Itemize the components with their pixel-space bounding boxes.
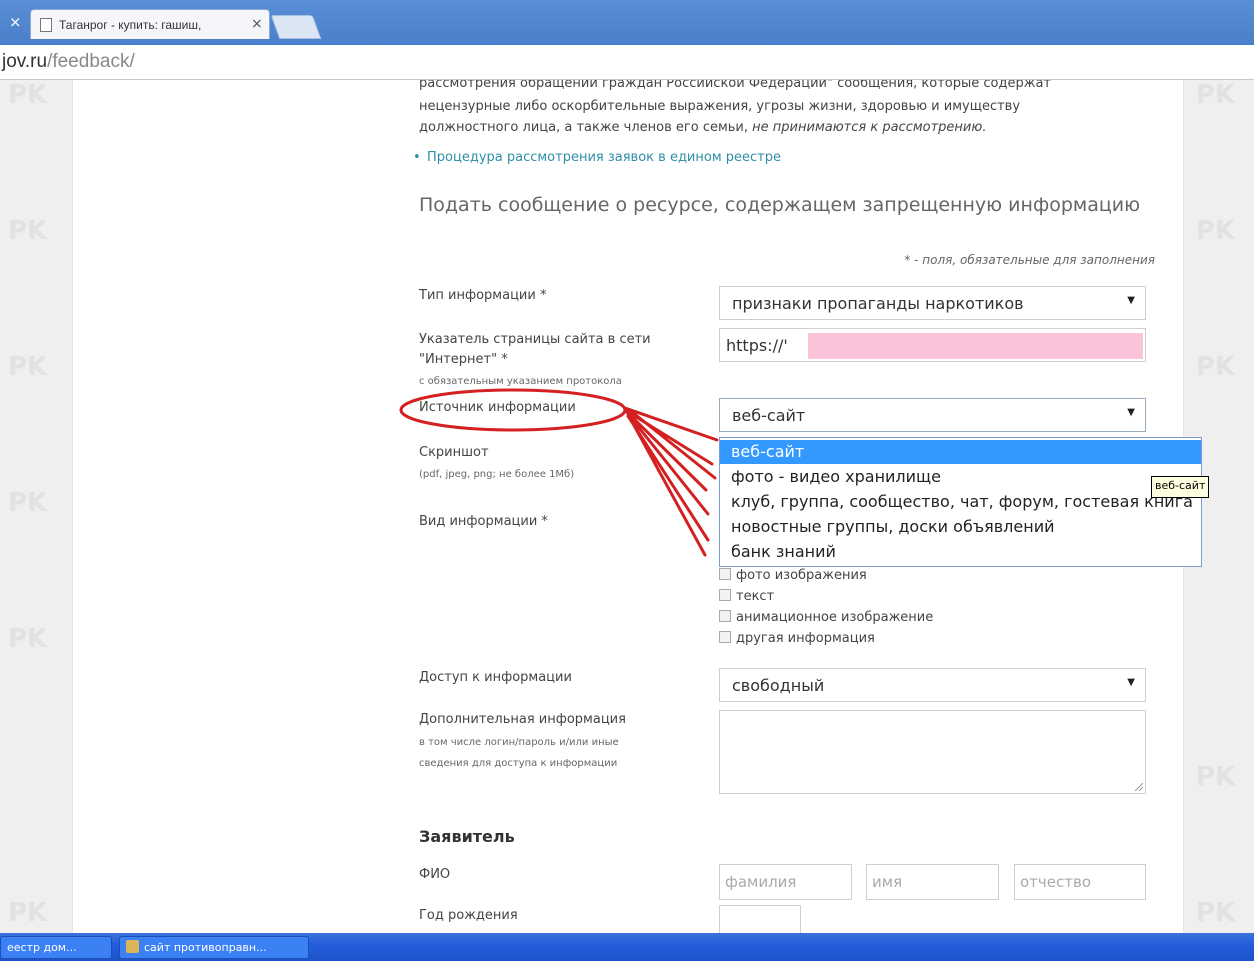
screenshot-label: Скриншот: [419, 445, 489, 460]
intro-text-line: должностного лица, а также членов его се…: [419, 120, 986, 135]
checkbox-icon[interactable]: [719, 631, 731, 643]
watermark: PK: [8, 624, 48, 654]
url-value: https://': [726, 336, 788, 355]
watermark: PK: [1196, 80, 1236, 110]
required-note: * - поля, обязательные для заполнения: [904, 253, 1155, 267]
url-path: /feedback/: [47, 51, 135, 72]
watermark: PK: [1196, 762, 1236, 792]
checkbox-icon[interactable]: [719, 610, 731, 622]
watermark: PK: [8, 352, 48, 382]
procedure-link[interactable]: Процедура рассмотрения заявок в едином р…: [413, 150, 781, 165]
surname-input[interactable]: фамилия: [719, 864, 852, 900]
screenshot-hint: (pdf, jpeg, png; не более 1Мб): [419, 469, 575, 480]
surname-placeholder: фамилия: [725, 873, 797, 891]
section-title: Подать сообщение о ресурсе, содержащем з…: [419, 194, 1141, 216]
dropdown-option[interactable]: фото - видео хранилище: [720, 465, 1201, 489]
extra-label: Дополнительная информация: [419, 712, 626, 727]
watermark: PK: [8, 898, 48, 928]
kind-option-label: фото изображения: [736, 568, 867, 583]
watermark: PK: [1196, 352, 1236, 382]
access-select[interactable]: свободный ▼: [719, 668, 1146, 702]
access-value: свободный: [732, 676, 825, 695]
watermark: PK: [8, 216, 48, 246]
browser-tab[interactable]: Таганрог - купить: гашиш, ×: [30, 9, 270, 39]
window-close-icon[interactable]: ×: [9, 13, 22, 31]
kind-label: Вид информации *: [419, 514, 548, 529]
intro-text-line: рассмотрения обращений граждан Российско…: [419, 80, 1051, 91]
resize-grip-icon[interactable]: [1135, 783, 1143, 791]
info-type-value: признаки пропаганды наркотиков: [732, 294, 1024, 313]
source-dropdown-list: веб-сайт фото - видео хранилище клуб, гр…: [719, 437, 1202, 567]
watermark: PK: [1196, 216, 1236, 246]
patronymic-placeholder: отчество: [1020, 873, 1092, 891]
page-viewport: PK PK PK PK PK PK PK PK PK PK PK рассмот…: [0, 80, 1254, 933]
kind-checkbox[interactable]: фото изображения: [719, 568, 867, 583]
tab-title: Таганрог - купить: гашиш,: [59, 18, 202, 32]
tooltip: веб-сайт: [1151, 476, 1210, 498]
redacted-block: [808, 333, 1143, 359]
kind-checkbox[interactable]: другая информация: [719, 631, 875, 646]
dropdown-option[interactable]: банк знаний: [720, 540, 1201, 564]
tab-close-icon[interactable]: ×: [251, 16, 263, 32]
browser-tab-strip: × Таганрог - купить: гашиш, ×: [0, 0, 1254, 45]
kind-option-label: анимационное изображение: [736, 610, 934, 625]
url-label: "Интернет" *: [419, 352, 508, 367]
url-label: Указатель страницы сайта в сети: [419, 332, 651, 347]
checkbox-icon[interactable]: [719, 589, 731, 601]
main-content: рассмотрения обращений граждан Российско…: [72, 80, 1202, 933]
kind-checkbox[interactable]: анимационное изображение: [719, 610, 933, 625]
address-bar[interactable]: jov.ru/feedback/: [0, 45, 1254, 80]
dropdown-option[interactable]: новостные группы, доски объявлений: [720, 515, 1201, 539]
new-tab-button[interactable]: [270, 15, 322, 39]
page-icon: [40, 18, 52, 32]
watermark: PK: [1196, 898, 1236, 928]
dropdown-option[interactable]: веб-сайт: [720, 440, 1201, 464]
extra-hint: в том числе логин/пароль и/или иные: [419, 737, 619, 748]
dropdown-option[interactable]: клуб, группа, сообщество, чат, форум, го…: [720, 490, 1201, 514]
access-label: Доступ к информации: [419, 670, 572, 685]
taskbar-item[interactable]: еестр дом...: [0, 936, 112, 959]
taskbar-item[interactable]: сайт противоправн...: [119, 936, 309, 959]
url-input[interactable]: https://': [719, 328, 1146, 362]
extra-hint: сведения для доступа к информации: [419, 758, 618, 769]
url-hint: с обязательным указанием протокола: [419, 376, 622, 387]
checkbox-icon[interactable]: [719, 568, 731, 580]
name-input[interactable]: имя: [866, 864, 999, 900]
info-type-select[interactable]: признаки пропаганды наркотиков ▼: [719, 286, 1146, 320]
name-placeholder: имя: [872, 873, 903, 891]
url-text: jov.ru/feedback/: [2, 51, 135, 73]
birth-year-input[interactable]: [719, 905, 801, 933]
chevron-down-icon: ▼: [1127, 677, 1135, 688]
watermark: PK: [8, 488, 48, 518]
source-select[interactable]: веб-сайт ▼: [719, 398, 1146, 432]
watermark: PK: [8, 80, 48, 110]
chevron-down-icon: ▼: [1127, 295, 1135, 306]
intro-text-line: нецензурные либо оскорбительные выражени…: [419, 99, 1021, 114]
intro-text-italic: не принимаются к рассмотрению.: [752, 120, 987, 135]
source-value: веб-сайт: [732, 406, 806, 425]
patronymic-input[interactable]: отчество: [1014, 864, 1146, 900]
fio-label: ФИО: [419, 867, 451, 882]
birth-year-label: Год рождения: [419, 908, 518, 923]
url-host: jov.ru: [2, 51, 48, 72]
source-label: Источник информации: [419, 400, 576, 415]
taskbar: еестр дом... сайт противоправн...: [0, 933, 1254, 961]
app-icon: [126, 940, 139, 953]
extra-textarea[interactable]: [719, 710, 1146, 794]
kind-checkbox[interactable]: текст: [719, 589, 774, 604]
kind-option-label: текст: [736, 589, 775, 604]
applicant-heading: Заявитель: [419, 827, 515, 846]
kind-option-label: другая информация: [736, 631, 875, 646]
taskbar-item-label: сайт противоправн...: [144, 941, 267, 954]
intro-text-normal: должностного лица, а также членов его се…: [419, 120, 749, 135]
chevron-down-icon: ▼: [1127, 407, 1135, 418]
info-type-label: Тип информации *: [419, 288, 547, 303]
taskbar-item-label: еестр дом...: [7, 941, 77, 954]
